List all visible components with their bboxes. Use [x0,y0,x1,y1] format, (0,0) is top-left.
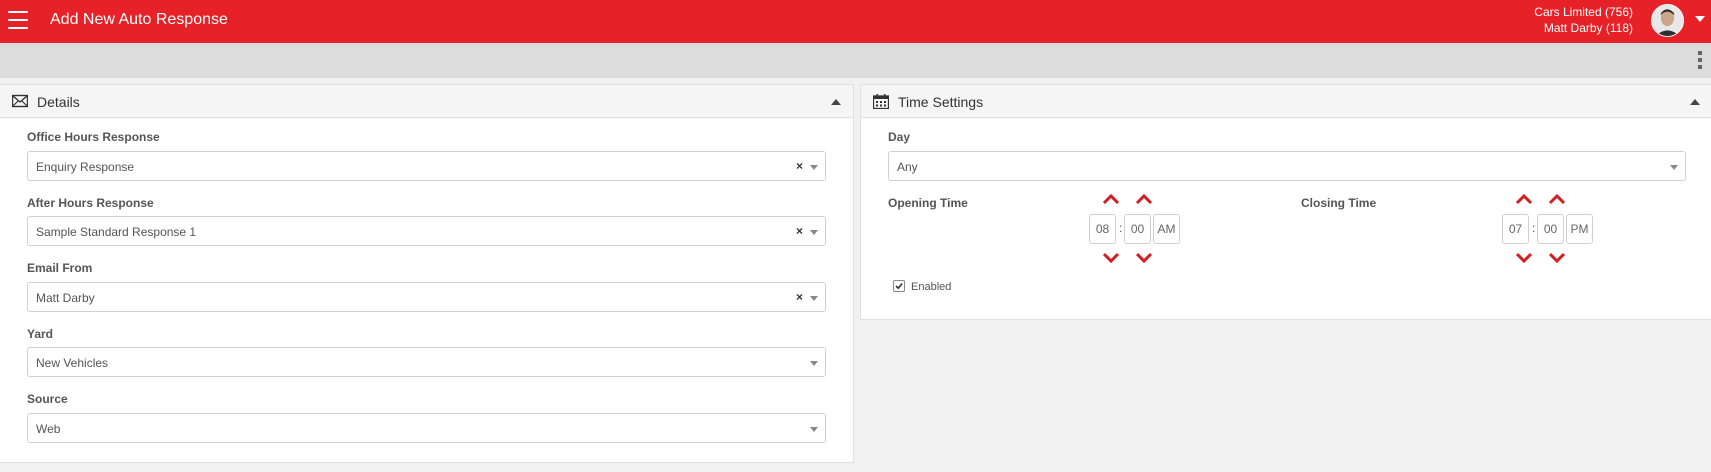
closing-minute-input[interactable]: 00 [1537,214,1564,244]
collapse-icon[interactable] [1690,99,1700,105]
email-from-value: Matt Darby [36,291,95,305]
source-value: Web [36,422,61,436]
opening-hour-input[interactable]: 08 [1089,214,1116,244]
enabled-checkbox[interactable] [893,280,905,292]
hour-up-arrow-icon[interactable] [1101,192,1121,206]
closing-time-label: Closing Time [1301,196,1377,210]
more-options-icon[interactable] [1697,51,1703,71]
time-settings-title: Time Settings [898,94,984,110]
avatar[interactable] [1651,4,1684,37]
day-label: Day [888,130,911,144]
source-label: Source [27,392,68,406]
opening-meridian-toggle[interactable]: AM [1153,214,1180,244]
chevron-down-icon [810,361,818,366]
email-from-select[interactable]: Matt Darby × [27,282,826,312]
clear-icon[interactable]: × [796,159,803,173]
after-hours-value: Sample Standard Response 1 [36,225,197,239]
chevron-down-icon [810,427,818,432]
closing-meridian-toggle[interactable]: PM [1566,214,1593,244]
top-bar: Add New Auto Response Cars Limited (756)… [0,0,1711,43]
collapse-icon[interactable] [831,99,841,105]
minute-down-arrow-icon[interactable] [1547,251,1567,265]
time-separator: : [1119,221,1123,235]
toolbar [0,43,1711,78]
envelope-icon [11,94,29,108]
minute-down-arrow-icon[interactable] [1134,251,1154,265]
closing-hour-input[interactable]: 07 [1502,214,1529,244]
user-info[interactable]: Cars Limited (756) Matt Darby (118) [1534,4,1633,36]
source-select[interactable]: Web [27,413,826,443]
user-name: Matt Darby (118) [1543,21,1633,35]
time-separator: : [1532,221,1536,235]
minute-up-arrow-icon[interactable] [1547,192,1567,206]
opening-minute-input[interactable]: 00 [1124,214,1151,244]
hour-down-arrow-icon[interactable] [1101,251,1121,265]
yard-value: New Vehicles [36,356,109,370]
hour-up-arrow-icon[interactable] [1514,192,1534,206]
clear-icon[interactable]: × [796,224,803,238]
page-title: Add New Auto Response [50,11,228,28]
enabled-label: Enabled [911,281,952,293]
time-settings-panel: Time Settings Day Any Opening Time 08 : … [860,84,1711,320]
chevron-down-icon[interactable] [1695,16,1705,22]
calendar-icon [872,94,890,110]
details-panel: Details Office Hours Response Enquiry Re… [0,84,854,463]
day-value: Any [897,160,918,174]
day-select[interactable]: Any [888,151,1686,181]
chevron-down-icon [810,165,818,170]
opening-time-label: Opening Time [888,196,968,210]
yard-select[interactable]: New Vehicles [27,347,826,377]
office-hours-label: Office Hours Response [27,130,160,144]
office-hours-value: Enquiry Response [36,160,135,174]
after-hours-label: After Hours Response [27,196,154,210]
chevron-down-icon [810,230,818,235]
hour-down-arrow-icon[interactable] [1514,251,1534,265]
office-hours-select[interactable]: Enquiry Response × [27,151,826,181]
details-title: Details [37,94,80,110]
email-from-label: Email From [27,261,93,275]
chevron-down-icon [1670,165,1678,170]
menu-icon[interactable] [8,11,28,29]
chevron-down-icon [810,296,818,301]
details-panel-header[interactable]: Details [0,85,853,118]
company-name: Cars Limited (756) [1534,5,1633,19]
after-hours-select[interactable]: Sample Standard Response 1 × [27,216,826,246]
clear-icon[interactable]: × [796,290,803,304]
minute-up-arrow-icon[interactable] [1134,192,1154,206]
time-settings-panel-header[interactable]: Time Settings [861,85,1711,118]
yard-label: Yard [27,327,54,341]
check-icon [895,282,903,290]
